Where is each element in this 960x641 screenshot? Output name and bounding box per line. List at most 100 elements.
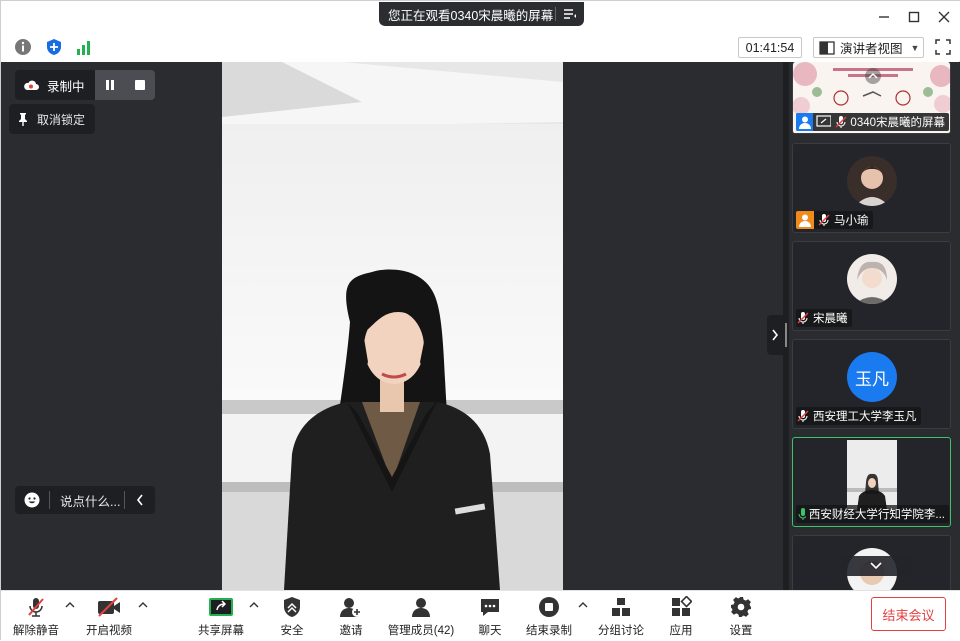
fullscreen-icon[interactable] <box>933 37 953 57</box>
participant-name-tag: 马小瑜 <box>796 211 873 229</box>
participant-name: 马小瑜 <box>834 215 869 227</box>
scroll-down-button[interactable] <box>841 556 911 576</box>
mic-muted-icon <box>25 595 47 619</box>
manage-members-button[interactable]: 管理成员(42) <box>385 595 457 639</box>
invite-button[interactable]: 邀请 <box>321 595 381 639</box>
chat-icon <box>479 595 501 619</box>
participant-name-tag: 西安财经大学行知学院李... <box>796 505 949 523</box>
manage-members-label: 管理成员(42) <box>387 625 455 637</box>
speaker-view-icon <box>819 40 835 55</box>
avatar-initials: 玉凡 <box>847 352 897 402</box>
view-mode-dropdown[interactable]: 演讲者视图 ▼ <box>813 37 924 58</box>
recording-options-caret[interactable] <box>577 599 589 611</box>
chevron-left-icon[interactable] <box>125 494 155 506</box>
participant-name: 西安理工大学李玉凡 <box>813 411 917 423</box>
chat-button[interactable]: 聊天 <box>460 595 520 639</box>
mic-muted-icon <box>797 410 809 422</box>
video-options-caret[interactable] <box>137 599 149 611</box>
info-icon[interactable] <box>13 37 33 57</box>
breakout-rooms-icon <box>610 595 632 619</box>
invite-label: 邀请 <box>339 625 363 637</box>
signal-strength-icon[interactable] <box>74 37 94 57</box>
pin-icon <box>19 113 27 126</box>
sharing-banner: 您正在观看0340宋晨曦的屏幕 <box>379 2 584 26</box>
mic-muted-icon <box>797 312 809 324</box>
apps-button[interactable]: 应用 <box>651 595 711 639</box>
security-label: 安全 <box>280 625 304 637</box>
end-meeting-button[interactable]: 结束会议 <box>871 597 946 631</box>
close-icon[interactable] <box>933 6 955 28</box>
mic-muted-icon <box>835 116 847 128</box>
caret-down-icon: ▼ <box>910 42 920 53</box>
end-recording-button[interactable]: 结束录制 <box>519 595 579 639</box>
meeting-top-bar: 01:41:54 演讲者视图 ▼ <box>1 31 960 61</box>
maximize-icon[interactable] <box>903 6 925 28</box>
avatar <box>847 254 897 304</box>
participant-name-tag: 0340宋晨曦的屏幕 <box>796 113 949 131</box>
audio-options-caret[interactable] <box>64 599 76 611</box>
host-icon <box>796 211 814 229</box>
apps-label: 应用 <box>669 625 693 637</box>
participant-tile[interactable]: 马小瑜 <box>792 143 951 233</box>
recording-label: 录制中 <box>47 79 85 94</box>
settings-button[interactable]: 设置 <box>711 595 771 639</box>
mic-active-icon <box>798 508 806 520</box>
minimize-icon[interactable] <box>873 6 895 28</box>
screen-share-icon <box>816 115 832 127</box>
security-button[interactable]: 安全 <box>262 595 322 639</box>
cloud-record-icon <box>24 80 39 90</box>
meeting-toolbar: 解除静音 开启视频 共享屏幕 安全 邀请 管理成员(42) 聊天 结束录制 分组… <box>1 590 960 641</box>
gear-icon <box>730 595 752 619</box>
settings-label: 设置 <box>729 625 753 637</box>
start-video-button[interactable]: 开启视频 <box>79 595 139 639</box>
stop-record-icon <box>538 595 560 619</box>
participant-tile[interactable]: 宋晨曦 <box>792 241 951 331</box>
participant-name: 西安财经大学行知学院李... <box>808 509 945 521</box>
title-bar: 您正在观看0340宋晨曦的屏幕 <box>1 1 960 31</box>
chevron-down-icon <box>870 562 882 570</box>
meeting-window: 您正在观看0340宋晨曦的屏幕 01:41:54 演讲者视图 ▼ 录制中 取消锁… <box>0 0 960 641</box>
participant-tile-active[interactable]: 西安财经大学行知学院李... <box>792 437 951 527</box>
share-screen-icon <box>208 595 234 619</box>
shared-video <box>222 62 563 590</box>
say-something-input[interactable]: 说点什么... <box>50 491 124 510</box>
sharing-text: 您正在观看0340宋晨曦的屏幕 <box>388 8 554 23</box>
unpin-label: 取消锁定 <box>37 112 86 127</box>
collapse-panel-button[interactable] <box>767 315 783 355</box>
participant-tile[interactable] <box>792 535 951 595</box>
mic-muted-icon <box>818 214 830 226</box>
view-mode-label: 演讲者视图 <box>840 42 903 56</box>
resize-grip[interactable] <box>785 323 787 347</box>
share-screen-label: 共享屏幕 <box>198 625 244 637</box>
avatar <box>847 156 897 206</box>
end-recording-label: 结束录制 <box>526 625 572 637</box>
participant-name-tag: 西安理工大学李玉凡 <box>796 407 921 425</box>
unmute-button[interactable]: 解除静音 <box>6 595 66 639</box>
main-stage: 录制中 取消锁定 说点什么... <box>1 62 783 590</box>
stop-recording-button[interactable] <box>124 70 155 100</box>
emoji-icon[interactable] <box>15 492 49 508</box>
start-video-label: 开启视频 <box>86 625 132 637</box>
members-icon <box>410 595 432 619</box>
reaction-chat-bar[interactable]: 说点什么... <box>15 486 155 514</box>
view-options-icon[interactable] <box>556 8 584 20</box>
breakout-label: 分组讨论 <box>598 625 644 637</box>
chevron-right-icon <box>772 329 779 341</box>
add-person-icon <box>339 595 363 619</box>
meeting-timer: 01:41:54 <box>738 37 802 58</box>
recording-status: 录制中 <box>15 70 95 100</box>
encryption-shield-icon[interactable] <box>44 37 64 57</box>
unpin-button[interactable]: 取消锁定 <box>9 104 96 134</box>
breakout-button[interactable]: 分组讨论 <box>591 595 651 639</box>
share-options-caret[interactable] <box>248 599 260 611</box>
participant-video-thumbnail <box>847 440 897 510</box>
pause-recording-button[interactable] <box>94 70 125 100</box>
participant-tile-screen[interactable]: 0340宋晨曦的屏幕 <box>792 62 951 134</box>
share-screen-button[interactable]: 共享屏幕 <box>191 595 251 639</box>
participant-tile[interactable]: 玉凡 西安理工大学李玉凡 <box>792 339 951 429</box>
speaker-video-frame <box>222 62 563 590</box>
unmute-label: 解除静音 <box>13 625 59 637</box>
participant-name: 0340宋晨曦的屏幕 <box>850 117 946 129</box>
host-icon <box>796 113 814 131</box>
recording-bar: 录制中 <box>15 70 155 100</box>
